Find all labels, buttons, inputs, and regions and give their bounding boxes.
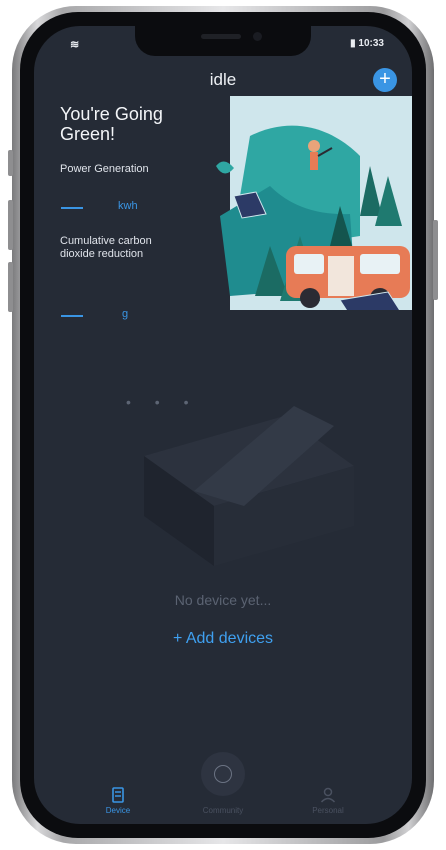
- tab-device-label: Device: [105, 806, 131, 815]
- device-icon: [112, 787, 124, 803]
- tab-personal[interactable]: Personal: [288, 786, 368, 815]
- community-icon: [214, 765, 232, 783]
- page-title: idle: [209, 70, 237, 89]
- green-heading: You're Going Green!: [60, 104, 163, 144]
- speaker-grille: [201, 34, 241, 39]
- volume-up-button: [8, 200, 13, 250]
- signal-status: ≋: [70, 39, 80, 51]
- plus-icon: +: [379, 68, 391, 90]
- mute-switch: [8, 150, 13, 176]
- green-energy-illustration: [216, 96, 412, 310]
- add-device-button[interactable]: +: [373, 68, 397, 92]
- tab-device[interactable]: Device: [78, 786, 158, 815]
- power-generation-label: Power Generation: [60, 163, 149, 175]
- carbon-reduction-label: Cumulative carbon dioxide reduction: [60, 235, 152, 260]
- app-screen: ≋ ▮ 10:33 idle + You're Going Green! Pow…: [34, 26, 412, 824]
- tab-community[interactable]: Community: [183, 786, 263, 815]
- tab-community-spacer: [183, 786, 263, 806]
- tab-personal-label: Personal: [312, 806, 344, 815]
- front-camera: [253, 32, 262, 41]
- add-devices-link[interactable]: + Add devices: [34, 630, 412, 648]
- carbon-unit: g: [122, 308, 129, 320]
- bottom-tab-bar: Device Community Personal: [34, 752, 412, 824]
- power-value-placeholder: [61, 207, 83, 209]
- tab-community-label: Community: [202, 806, 244, 815]
- empty-box-illustration: [144, 406, 354, 566]
- empty-state-message: No device yet...: [174, 592, 272, 608]
- battery-time-status: ▮ 10:33: [350, 38, 384, 49]
- carbon-value-placeholder: [61, 315, 83, 317]
- volume-down-button: [8, 262, 13, 312]
- power-unit: kwh: [118, 200, 138, 212]
- notch: [135, 26, 311, 56]
- power-button: [433, 220, 438, 300]
- person-icon: [320, 787, 336, 803]
